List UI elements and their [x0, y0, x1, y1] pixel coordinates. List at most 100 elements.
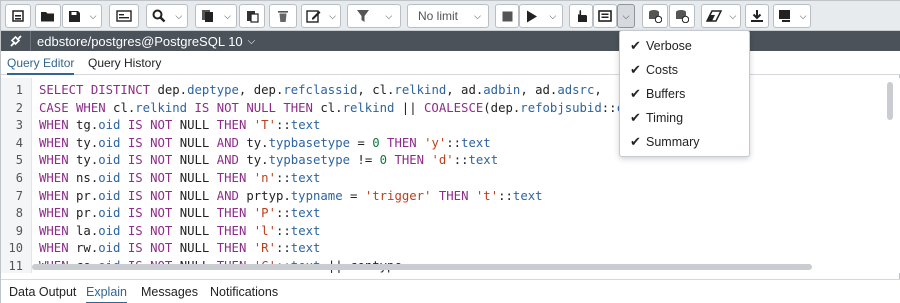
find-replace-icon[interactable] [109, 4, 139, 28]
line-number: 6 [15, 171, 23, 185]
chevron-down-icon: ⌵ [799, 10, 807, 21]
code-token: , dep. [238, 83, 284, 97]
connection-label[interactable]: edbstore/postgres@PostgreSQL 10 [31, 34, 243, 49]
checkmark-icon: ✔ [630, 38, 641, 53]
code-token: ty. [246, 135, 269, 150]
vertical-scrollbar[interactable] [887, 82, 893, 120]
code-token: relkind [394, 83, 447, 97]
explain-analyze-icon[interactable] [593, 4, 617, 28]
edit-button[interactable]: ⌵ [301, 4, 341, 28]
download-icon[interactable] [745, 4, 769, 28]
code-token: IS NOT [120, 171, 180, 185]
sql-editor-icon[interactable] [5, 4, 31, 28]
menu-item-label: Buffers [646, 87, 686, 101]
tab-explain[interactable]: Explain [86, 280, 127, 303]
menu-item-label: Costs [646, 63, 678, 77]
code-token: ty. [76, 135, 99, 150]
execute-button[interactable]: ⌵ [519, 4, 563, 28]
code-token: pr. [76, 188, 99, 203]
rollback-icon[interactable] [669, 4, 695, 28]
tab-query-editor[interactable]: Query Editor [7, 51, 75, 75]
tab-messages[interactable]: Messages [141, 280, 198, 303]
code-token: , [594, 83, 602, 97]
code-line: WHEN pr.oid IS NOT NULL AND prtyp.typnam… [39, 188, 543, 206]
menu-item-costs[interactable]: ✔ Costs [630, 59, 678, 81]
code-token: refobjsubid [520, 100, 602, 115]
commit-icon[interactable] [642, 4, 668, 28]
code-token: :: [601, 100, 617, 115]
code-token: = [350, 135, 373, 150]
code-token: CASE WHEN [39, 100, 114, 115]
code-token: 'n' [253, 171, 276, 185]
code-token: AND [216, 135, 247, 150]
code-token: THEN [379, 135, 425, 150]
code-token: IS NOT [120, 188, 180, 203]
code-token: adsrc [557, 83, 595, 97]
code-token: NULL [179, 153, 217, 168]
code-token: la. [76, 223, 99, 238]
delete-icon[interactable] [269, 4, 297, 28]
connection-status-icon[interactable] [1, 31, 31, 51]
line-number: 3 [15, 118, 23, 133]
line-number: 11 [8, 259, 23, 273]
stop-icon[interactable] [495, 4, 519, 28]
code-token: text [290, 223, 321, 238]
code-token: typbasetype [268, 135, 351, 150]
search-icon [152, 9, 166, 23]
save-file-button[interactable]: ⌵ [62, 4, 102, 28]
code-line: WHEN la.oid IS NOT NULL THEN 'l'::text [39, 223, 320, 241]
search-button[interactable]: ⌵ [146, 4, 188, 28]
clear-button[interactable]: ⌵ [701, 4, 741, 28]
code-token: :: [446, 135, 462, 150]
sql-editor[interactable]: 1 2 3 4 5 6 7 8 9 10 11 SELECT DISTINCT dep.deptyp… [1, 78, 900, 273]
code-token: = [342, 188, 365, 203]
row-limit-select[interactable]: No limit ⌵ [407, 4, 489, 28]
tab-query-history[interactable]: Query History [88, 51, 161, 75]
copy-button[interactable]: ⌵ [195, 4, 237, 28]
code-token: NULL [179, 206, 217, 221]
code-token: 'y' [424, 135, 447, 150]
explain-options-dropdown-button[interactable]: ⌵ [617, 4, 635, 28]
code-token: 'P' [253, 206, 276, 221]
tab-notifications[interactable]: Notifications [210, 280, 278, 303]
code-token: WHEN [39, 188, 77, 203]
filter-button[interactable]: ⌵ [347, 4, 401, 28]
code-token: (dep. [483, 100, 521, 115]
code-token: THEN [387, 153, 432, 168]
paste-icon[interactable] [239, 4, 265, 28]
code-token: != [350, 153, 380, 168]
code-token: IS NOT [120, 206, 180, 221]
chevron-down-icon: ⌵ [175, 10, 183, 21]
code-line: WHEN rw.oid IS NOT NULL THEN 'R'::text [39, 240, 320, 258]
code-line: WHEN ns.oid IS NOT NULL THEN 'n'::text [39, 170, 320, 188]
line-number: 5 [15, 153, 23, 168]
code-line: WHEN tg.oid IS NOT NULL THEN 'T'::text [39, 117, 320, 135]
horizontal-scrollbar[interactable] [32, 264, 812, 270]
code-token: IS NOT [120, 118, 180, 133]
menu-item-label: Verbose [646, 39, 692, 53]
code-token: 0 [372, 135, 380, 150]
menu-item-timing[interactable]: ✔ Timing [630, 107, 683, 129]
explain-icon[interactable] [569, 4, 593, 28]
code-token: 'T' [253, 118, 276, 133]
code-token: IS NOT [120, 135, 180, 150]
code-token: WHEN [39, 171, 77, 185]
code-token: oid [98, 241, 121, 256]
code-token: 'l' [253, 223, 276, 238]
tab-data-output[interactable]: Data Output [9, 280, 76, 303]
menu-item-verbose[interactable]: ✔ Verbose [630, 35, 692, 57]
open-file-icon[interactable] [35, 4, 61, 28]
macros-button[interactable]: ⌵ [773, 4, 811, 28]
code-token: IS NOT [120, 241, 180, 256]
code-token: SELECT DISTINCT [39, 83, 158, 97]
menu-item-label: Timing [646, 111, 684, 125]
code-token: WHEN [39, 135, 77, 150]
chevron-down-icon[interactable]: ⌵ [243, 36, 256, 47]
code-token: THEN [216, 223, 254, 238]
menu-item-buffers[interactable]: ✔ Buffers [630, 83, 685, 105]
chevron-down-icon: ⌵ [385, 10, 393, 21]
code-line: WHEN ty.oid IS NOT NULL AND ty.typbasety… [39, 135, 491, 153]
copy-icon [202, 10, 214, 22]
code-token: relkind [135, 100, 188, 115]
menu-item-summary[interactable]: ✔ Summary [630, 131, 699, 153]
